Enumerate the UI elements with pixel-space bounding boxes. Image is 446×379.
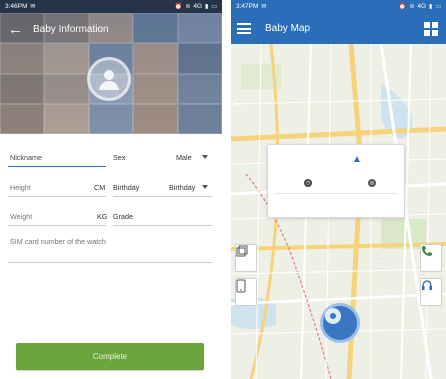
status-time: 3:46PM	[5, 3, 28, 10]
clock-icon: ◷	[304, 179, 312, 187]
chevron-down-icon[interactable]	[202, 185, 208, 189]
photo-header: 3:46PM ✉ ⏰ ≋ 4G ▮ ▭ ← Baby Information	[0, 0, 222, 134]
square-frame-icon[interactable]	[235, 244, 257, 272]
wifi-icon: ≋	[409, 3, 415, 10]
avatar-picker[interactable]	[87, 57, 131, 101]
sim-number-field[interactable]: SIM card number of the watch	[10, 237, 106, 246]
map-place-label: ·	[381, 256, 383, 262]
sex-label: Sex	[113, 153, 126, 162]
hamburger-menu-icon[interactable]	[237, 23, 251, 34]
weight-underline	[8, 225, 106, 226]
map-place-label: ·	[253, 52, 255, 58]
birthday-select[interactable]: Birthday	[169, 183, 195, 192]
alarm-icon: ⏰	[398, 3, 407, 10]
signal-icon: ▮	[429, 3, 433, 10]
page-title: Baby Information	[33, 23, 109, 35]
height-unit: CM	[94, 183, 106, 192]
network-type: 4G	[417, 3, 427, 10]
weight-unit: KG	[97, 212, 108, 221]
battery-icon: ▭	[435, 3, 441, 10]
height-underline	[8, 196, 106, 197]
notification-icon: ✉	[30, 3, 36, 10]
birthday-label: Birthday	[113, 183, 140, 192]
birthday-underline	[113, 196, 212, 197]
phone-call-icon[interactable]	[420, 244, 442, 272]
gps-icon: ◎	[368, 179, 376, 187]
phone-outline-icon[interactable]	[235, 278, 257, 306]
alarm-icon: ⏰	[174, 3, 183, 10]
page-title: Baby Map	[265, 23, 311, 34]
status-time: 3:47PM	[236, 3, 259, 10]
camera-avatar-icon	[99, 70, 119, 90]
network-type: 4G	[193, 3, 203, 10]
nickname-field[interactable]: Nickname	[10, 153, 42, 162]
locate-me-icon[interactable]	[320, 303, 360, 343]
sex-select[interactable]: Male	[176, 153, 192, 162]
baby-information-screen: 3:46PM ✉ ⏰ ≋ 4G ▮ ▭ ← Baby Information N…	[0, 0, 222, 379]
height-field[interactable]: Height	[10, 183, 31, 192]
location-info-card: ▲ ◷ ◎	[267, 144, 405, 218]
grade-field[interactable]: Grade	[113, 212, 133, 221]
notification-icon: ✉	[261, 3, 267, 10]
headphones-icon[interactable]	[420, 278, 442, 306]
baby-map-screen: 3:47PM ✉ ⏰ ≋ 4G ▮ ▭ Baby Map · · · · ▲ ◷…	[231, 0, 446, 379]
card-divider	[274, 193, 398, 194]
arrow-left-icon[interactable]: ←	[8, 22, 23, 37]
complete-button[interactable]: Complete	[16, 343, 204, 370]
chevron-down-icon[interactable]	[202, 155, 208, 159]
status-bar: 3:46PM ✉ ⏰ ≋ 4G ▮ ▭	[0, 0, 222, 13]
navigation-arrow-icon[interactable]: ▲	[352, 155, 362, 165]
battery-icon: ▭	[211, 3, 217, 10]
signal-icon: ▮	[205, 3, 209, 10]
nickname-underline	[8, 166, 106, 167]
weight-field[interactable]: Weight	[10, 212, 32, 221]
app-bar: Baby Map	[231, 13, 446, 44]
grid-view-icon[interactable]	[424, 22, 438, 36]
wifi-icon: ≋	[185, 3, 191, 10]
map-place-label: ·	[239, 99, 241, 105]
grade-underline	[113, 225, 212, 226]
status-bar: 3:47PM ✉ ⏰ ≋ 4G ▮ ▭	[231, 0, 446, 13]
map-place-label: ·	[391, 104, 393, 110]
title-bar: ← Baby Information	[0, 13, 222, 45]
map-view[interactable]: · · · · ▲ ◷ ◎	[231, 44, 446, 379]
sim-underline	[8, 262, 212, 263]
